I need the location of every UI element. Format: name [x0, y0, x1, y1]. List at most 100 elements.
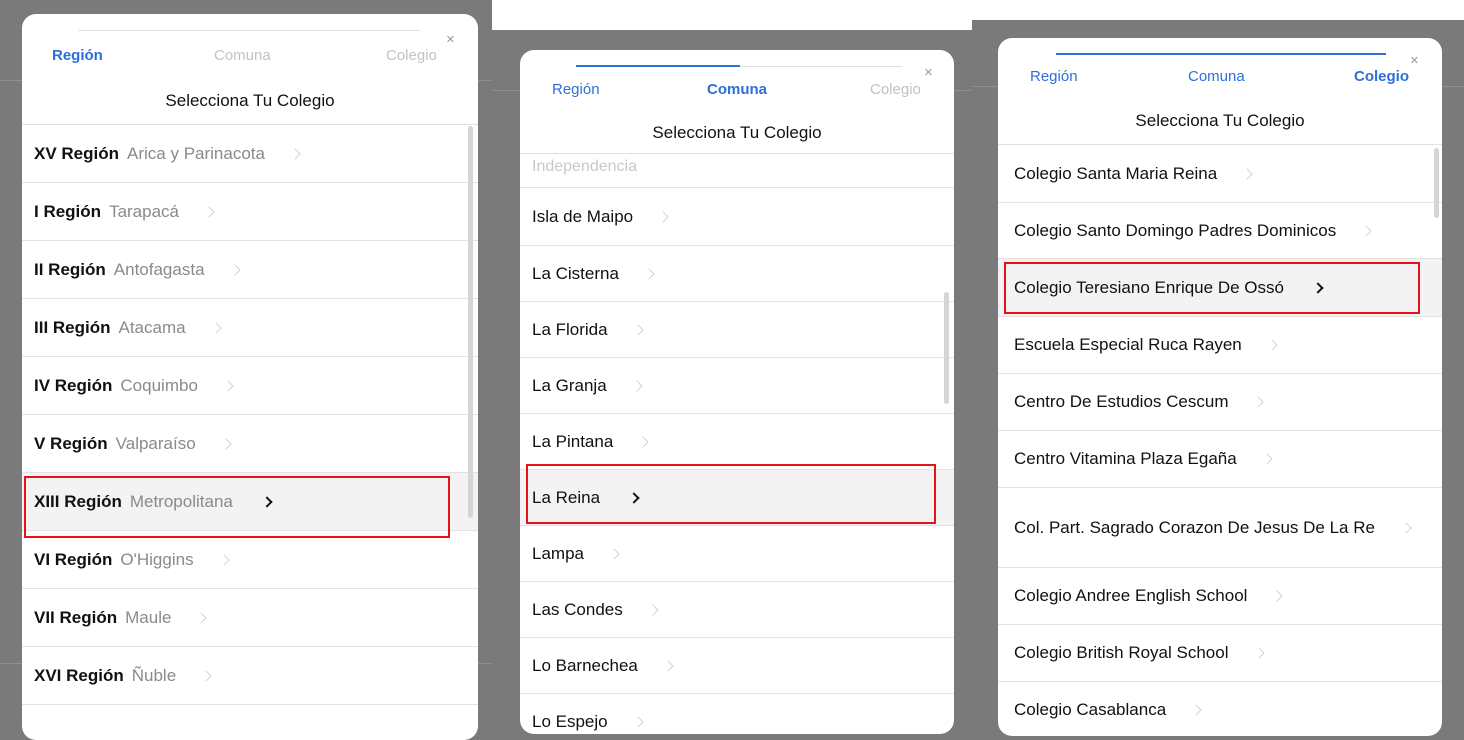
comuna-row[interactable]: La Granja [520, 358, 954, 414]
comuna-list: Independencia Isla de Maipo La Cisterna … [520, 153, 954, 734]
region-row[interactable]: III Región Atacama [22, 299, 478, 357]
step-tab-colegio[interactable]: Colegio [386, 47, 437, 64]
region-row[interactable]: V Región Valparaíso [22, 415, 478, 473]
chevron-right-icon [608, 547, 620, 560]
region-name: Ñuble [131, 665, 177, 685]
chevron-right-icon [643, 267, 655, 280]
comuna-name: Lo Espejo [532, 711, 608, 731]
region-row[interactable]: I Región Tarapacá [22, 183, 478, 241]
region-row[interactable]: IV Región Coquimbo [22, 357, 478, 415]
step-tab-colegio[interactable]: Colegio [870, 81, 921, 98]
chevron-right-icon [220, 437, 232, 450]
chevron-right-icon [631, 715, 644, 728]
comuna-row[interactable]: Lo Espejo [520, 694, 954, 734]
close-icon[interactable]: × [1410, 53, 1419, 68]
comuna-row[interactable]: Las Condes [520, 582, 954, 638]
list-scrollbar[interactable] [944, 292, 949, 404]
chevron-right-icon [1261, 453, 1273, 465]
chevron-right-icon [1400, 521, 1412, 534]
chevron-right-icon [1252, 647, 1265, 659]
step-tab-comuna[interactable]: Comuna [1188, 68, 1245, 85]
colegio-row[interactable]: Colegio Casablanca [998, 682, 1442, 736]
region-row[interactable]: XV Región Arica y Parinacota [22, 125, 478, 183]
comuna-name: La Pintana [532, 431, 614, 451]
chevron-right-icon [662, 659, 674, 672]
colegio-name: Colegio British Royal School [1014, 643, 1229, 662]
comuna-row[interactable]: La Cisterna [520, 246, 954, 302]
region-number: XIII Región [34, 491, 122, 511]
colegio-list: Colegio Santa Maria Reina Colegio Santo … [998, 144, 1442, 736]
colegio-name: Colegio Teresiano Enrique De Ossó [1014, 277, 1284, 297]
colegio-name: Colegio Santo Domingo Padres Dominicos [1014, 220, 1337, 240]
chevron-right-icon [203, 205, 215, 218]
comuna-row[interactable]: Lampa [520, 526, 954, 582]
modal-title: Selecciona Tu Colegio [1135, 111, 1305, 130]
step-tab-region[interactable]: Región [552, 81, 600, 98]
region-number: XV Región [34, 143, 120, 163]
region-row[interactable]: XVI Región Ñuble [22, 647, 478, 705]
region-number: II Región [34, 259, 106, 279]
region-name: Antofagasta [113, 259, 205, 279]
step-progress-fill [576, 65, 740, 67]
close-icon[interactable]: × [446, 32, 455, 47]
comuna-row[interactable]: Lo Barnechea [520, 638, 954, 694]
region-name: Arica y Parinacota [127, 143, 265, 163]
colegio-name: Colegio Santa Maria Reina [1014, 163, 1218, 183]
chevron-right-icon [628, 491, 640, 504]
region-row-selected[interactable]: XIII Región Metropolitana [22, 473, 478, 531]
region-row-partial[interactable] [22, 705, 478, 740]
list-scrollbar[interactable] [468, 126, 473, 518]
chevron-right-icon [217, 553, 230, 566]
chevron-right-icon [631, 323, 644, 336]
step-tab-region[interactable]: Región [1030, 68, 1078, 85]
colegio-row[interactable]: Colegio Andree English School [998, 568, 1442, 625]
region-name: Atacama [118, 317, 186, 337]
list-scrollbar[interactable] [1434, 148, 1439, 218]
step-tab-region[interactable]: Región [52, 47, 103, 64]
region-row[interactable]: VII Región Maule [22, 589, 478, 647]
region-number: VII Región [34, 607, 118, 627]
region-name: Valparaíso [115, 433, 196, 453]
colegio-row[interactable]: Colegio British Royal School [998, 625, 1442, 682]
chevron-right-icon [631, 379, 643, 392]
chevron-right-icon [200, 669, 212, 682]
chevron-right-icon [1190, 704, 1202, 716]
step-tab-colegio[interactable]: Colegio [1354, 68, 1409, 85]
step-tab-comuna[interactable]: Comuna [214, 47, 271, 64]
colegio-row[interactable]: Escuela Especial Ruca Rayen [998, 317, 1442, 374]
comuna-row-partial[interactable]: Independencia [520, 154, 954, 188]
region-name: Coquimbo [120, 375, 198, 395]
comuna-row[interactable]: Isla de Maipo [520, 188, 954, 246]
region-step-screenshot: Región Comuna Colegio × Selecciona Tu Co… [0, 0, 492, 740]
comuna-row-selected[interactable]: La Reina [520, 470, 954, 526]
chevron-right-icon [261, 495, 273, 508]
step-progress-track [78, 30, 420, 31]
colegio-row[interactable]: Centro Vitamina Plaza Egaña [998, 431, 1442, 488]
close-icon[interactable]: × [924, 65, 933, 80]
comuna-name: La Granja [532, 375, 607, 395]
colegio-row[interactable]: Col. Part. Sagrado Corazon De Jesus De L… [998, 488, 1442, 568]
chevron-right-icon [195, 611, 208, 624]
chevron-right-icon [1271, 590, 1284, 602]
region-row[interactable]: II Región Antofagasta [22, 241, 478, 299]
comuna-row[interactable]: La Florida [520, 302, 954, 358]
chevron-right-icon [222, 379, 234, 392]
region-number: VI Región [34, 549, 113, 569]
comuna-name: Isla de Maipo [532, 206, 634, 226]
comuna-row[interactable]: La Pintana [520, 414, 954, 470]
chevron-right-icon [1252, 396, 1265, 408]
step-tab-comuna[interactable]: Comuna [707, 81, 767, 98]
colegio-name: Colegio Andree English School [1014, 586, 1248, 605]
school-selector-modal: Región Comuna Colegio × Selecciona Tu Co… [22, 14, 478, 740]
colegio-row[interactable]: Centro De Estudios Cescum [998, 374, 1442, 431]
step-progress-fill [1056, 53, 1386, 55]
colegio-row-selected[interactable]: Colegio Teresiano Enrique De Ossó [998, 259, 1442, 317]
colegio-row[interactable]: Colegio Santo Domingo Padres Dominicos [998, 203, 1442, 259]
colegio-name: Centro Vitamina Plaza Egaña [1014, 449, 1237, 468]
region-row[interactable]: VI Región O'Higgins [22, 531, 478, 589]
chevron-right-icon [1312, 281, 1324, 294]
region-number: I Región [34, 201, 102, 221]
school-selector-modal: Región Comuna Colegio × Selecciona Tu Co… [520, 50, 954, 734]
school-selector-modal: Región Comuna Colegio × Selecciona Tu Co… [998, 38, 1442, 736]
colegio-row[interactable]: Colegio Santa Maria Reina [998, 145, 1442, 203]
